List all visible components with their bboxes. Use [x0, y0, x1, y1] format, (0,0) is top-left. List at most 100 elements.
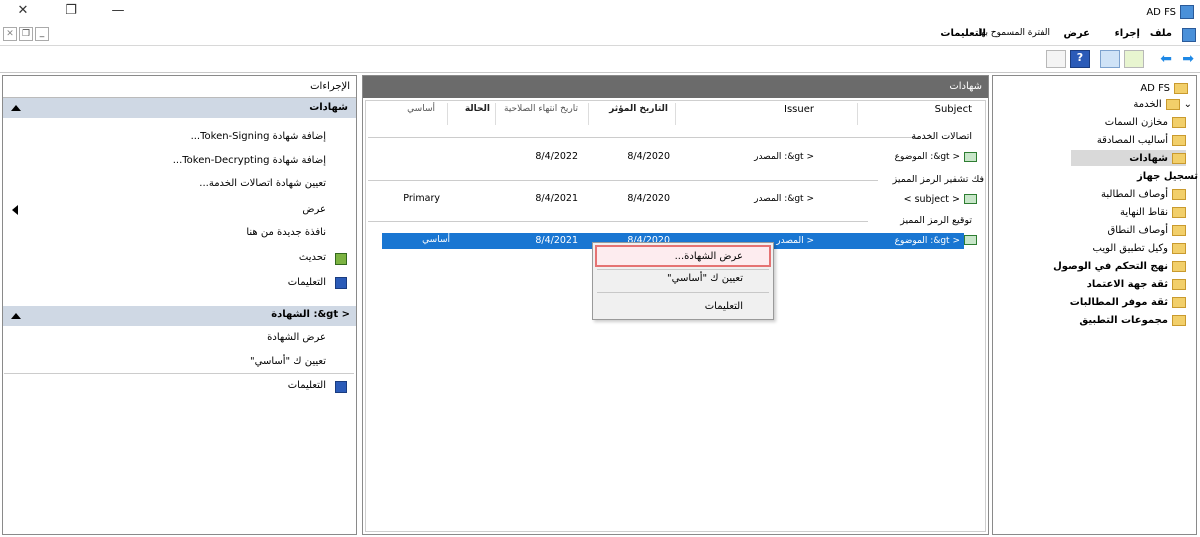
action-help[interactable]: التعليمات: [288, 277, 326, 288]
col-subject[interactable]: Subject: [935, 104, 972, 115]
col-primary[interactable]: أساسي: [407, 104, 435, 114]
folder-icon: [1172, 314, 1186, 326]
folder-icon: [1174, 82, 1188, 94]
up-level-icon[interactable]: [1124, 50, 1144, 68]
row2-effective[interactable]: 8/4/2020: [627, 193, 670, 204]
menu-window[interactable]: الفترة المسموح بها: [979, 28, 1050, 38]
chevron-down-icon[interactable]: ⌄: [1184, 99, 1192, 110]
tree-item-relying-party[interactable]: ثقة جهة الاعتماد: [1087, 276, 1186, 292]
action-new-window[interactable]: نافذة جديدة من هنا: [246, 227, 326, 238]
tree-root[interactable]: AD FS: [1140, 80, 1188, 96]
action-view[interactable]: عرض: [302, 204, 326, 215]
tree-item-claim-descriptions[interactable]: أوصاف المطالبة: [1101, 186, 1186, 202]
action-refresh[interactable]: تحديث: [299, 252, 326, 263]
group-token-decrypting: فك تشفير الرمز المميز: [892, 174, 984, 185]
menu-view[interactable]: عرض: [1063, 28, 1090, 39]
folder-icon: [1172, 188, 1186, 200]
row3-primary[interactable]: أساسي: [422, 235, 450, 245]
folder-icon: [1172, 296, 1186, 308]
tree-item-claims-provider[interactable]: ثقة موفر المطالبات: [1070, 294, 1186, 310]
certificate-icon: [964, 194, 977, 204]
restore-icon[interactable]: ❐: [58, 0, 84, 22]
back-arrow-icon[interactable]: ➡: [1182, 51, 1194, 67]
folder-icon: [1172, 134, 1186, 146]
col-expiry-date[interactable]: تاريخ انتهاء الصلاحية: [504, 104, 578, 114]
row1-effective[interactable]: 8/4/2020: [627, 151, 670, 162]
tree-item-app-groups[interactable]: مجموعات التطبيق: [1079, 312, 1186, 328]
menu-file[interactable]: ملف: [1150, 28, 1172, 39]
mdi-restore-icon[interactable]: ❐: [19, 27, 33, 41]
folder-icon: [1165, 98, 1180, 110]
actions-section-certificates[interactable]: شهادات: [3, 98, 356, 118]
help-icon: [335, 277, 347, 289]
console-tree-icon[interactable]: [1046, 50, 1066, 68]
row2-subject[interactable]: < subject >: [904, 194, 960, 205]
row1-subject[interactable]: < gt&: الموضوع: [895, 152, 960, 162]
close-icon[interactable]: ✕: [10, 0, 36, 22]
row3-subject[interactable]: < gt&: الموضوع: [895, 236, 960, 246]
tree-item-device-registration[interactable]: تسجيل جهاز: [1137, 168, 1198, 184]
app-title: AD FS: [1146, 6, 1176, 18]
help-icon[interactable]: ?: [1070, 50, 1090, 68]
folder-icon: [1172, 224, 1186, 236]
folder-icon: [1172, 206, 1186, 218]
row3-expiry[interactable]: 8/4/2021: [535, 235, 578, 246]
tree-item-attribute-stores[interactable]: مخازن السمات: [1105, 114, 1186, 130]
folder-icon: [1172, 152, 1186, 164]
toolbar: ➡ ⬅ ?: [0, 47, 1200, 73]
collapse-icon[interactable]: [11, 313, 21, 319]
row2-primary[interactable]: Primary: [403, 193, 440, 204]
action-add-token-signing[interactable]: إضافة شهادة Token-Signing...: [191, 131, 326, 142]
group-divider: [368, 221, 868, 222]
tree-item-endpoints[interactable]: نقاط النهاية: [1120, 204, 1186, 220]
app-icon: [1180, 5, 1194, 19]
tree-item-scope-descriptions[interactable]: أوصاف النطاق: [1107, 222, 1186, 238]
column-separator: [588, 103, 589, 125]
pane-header: شهادات: [363, 76, 988, 98]
col-issuer[interactable]: Issuer: [784, 104, 814, 115]
row2-expiry[interactable]: 8/4/2021: [535, 193, 578, 204]
action-set-primary[interactable]: تعيين ك "أساسي": [250, 356, 326, 367]
collapse-icon[interactable]: [11, 105, 21, 111]
menu-app-icon: [1182, 28, 1196, 42]
tree-item-web-app-proxy[interactable]: وكيل تطبيق الويب: [1093, 240, 1186, 256]
folder-icon: [1172, 260, 1186, 272]
title-bar: ✕ ❐ — AD FS: [0, 0, 1200, 24]
mdi-minimize-icon[interactable]: _: [35, 27, 49, 41]
col-status[interactable]: الحالة: [465, 104, 490, 114]
tree-service[interactable]: ⌄ الخدمة: [1133, 96, 1192, 112]
menu-help[interactable]: التعليمات: [940, 28, 986, 39]
action-set-service-comm[interactable]: تعيين شهادة اتصالات الخدمة...: [199, 178, 326, 189]
help-icon: [335, 381, 347, 393]
actions-section-certificate-label: < gt&: الشهادة: [271, 309, 350, 320]
column-separator: [495, 103, 496, 125]
action-add-token-decrypting[interactable]: إضافة شهادة Token-Decrypting...: [173, 155, 326, 166]
tree-item-certificates[interactable]: شهادات: [1071, 150, 1186, 166]
tree-item-access-control[interactable]: نهج التحكم في الوصول: [1053, 258, 1186, 274]
certificate-icon: [964, 235, 977, 245]
submenu-arrow-icon: [12, 205, 18, 215]
ctx-set-primary[interactable]: تعيين ك "أساسي": [667, 273, 743, 284]
column-separator: [447, 103, 448, 125]
mdi-buttons: ✕ ❐ _: [3, 27, 49, 41]
mdi-close-icon[interactable]: ✕: [3, 27, 17, 41]
action-help-2[interactable]: التعليمات: [288, 380, 326, 391]
minimize-icon[interactable]: —: [105, 0, 131, 22]
row3-issuer[interactable]: < المصدر: [776, 236, 814, 246]
action-pane-icon[interactable]: [1100, 50, 1120, 68]
refresh-icon: [335, 253, 347, 265]
tree-item-auth-methods[interactable]: أساليب المصادقة: [1097, 132, 1186, 148]
menu-bar: ✕ ❐ _ ملف إجراء عرض الفترة المسموح بها ا…: [0, 24, 1200, 46]
folder-icon: [1172, 116, 1186, 128]
ctx-view-certificate[interactable]: عرض الشهادة...: [675, 251, 743, 262]
action-view-certificate[interactable]: عرض الشهادة: [267, 332, 326, 343]
col-effective-date[interactable]: التاريخ المؤثر: [609, 104, 668, 114]
ctx-help[interactable]: التعليمات: [705, 301, 743, 312]
row1-expiry[interactable]: 8/4/2022: [535, 151, 578, 162]
certificate-icon: [964, 152, 977, 162]
menu-action[interactable]: إجراء: [1115, 28, 1140, 39]
group-divider: [368, 137, 918, 138]
forward-arrow-icon[interactable]: ⬅: [1160, 51, 1172, 67]
row1-issuer[interactable]: < gt&: المصدر: [754, 152, 814, 162]
row2-issuer[interactable]: < gt&: المصدر: [754, 194, 814, 204]
